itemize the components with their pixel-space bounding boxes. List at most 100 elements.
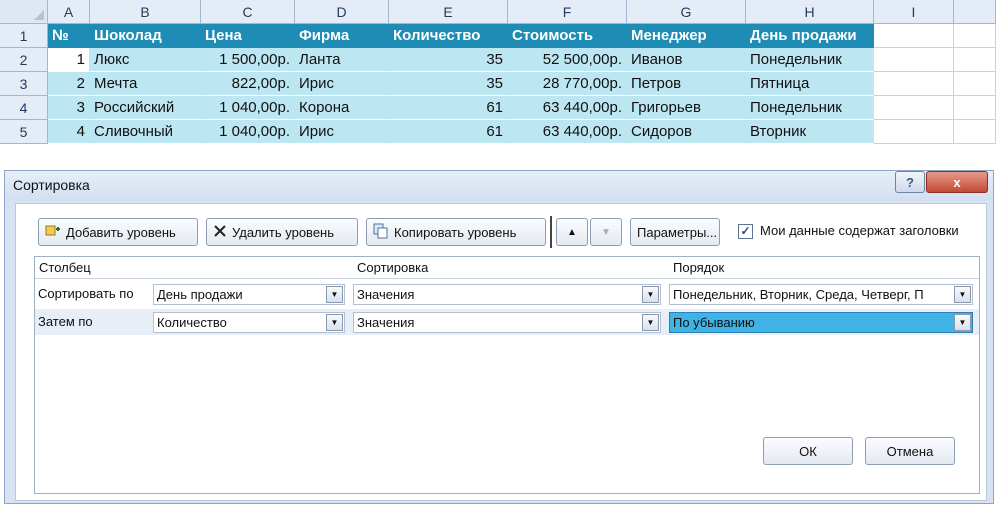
order-select[interactable]: По убыванию ▼ [669, 312, 973, 333]
order-select-value: Понедельник, Вторник, Среда, Четверг, П [673, 287, 924, 302]
empty-cell[interactable] [874, 120, 954, 144]
cancel-button[interactable]: Отмена [865, 437, 955, 465]
row-header-2[interactable]: 2 [0, 48, 48, 72]
header-cell[interactable]: Стоимость [508, 24, 627, 48]
header-cell[interactable]: День продажи [746, 24, 874, 48]
column-header-i[interactable]: I [874, 0, 954, 24]
sort-level-row[interactable]: Сортировать по День продажи ▼ Значения ▼… [35, 281, 979, 307]
column-header-h[interactable]: H [746, 0, 874, 24]
cancel-label: Отмена [886, 443, 934, 459]
data-cell[interactable]: 3 [48, 96, 90, 120]
move-down-button[interactable]: ▼ [590, 218, 622, 246]
data-cell[interactable]: Вторник [746, 120, 874, 144]
data-cell[interactable]: Григорьев [627, 96, 746, 120]
chevron-down-icon[interactable]: ▼ [954, 314, 971, 331]
row-header-3[interactable]: 3 [0, 72, 48, 96]
order-select[interactable]: Понедельник, Вторник, Среда, Четверг, П … [669, 284, 973, 305]
empty-cell[interactable] [954, 96, 996, 120]
data-cell[interactable]: 28 770,00р. [508, 72, 627, 96]
empty-cell[interactable] [954, 48, 996, 72]
header-cell[interactable]: Цена [201, 24, 295, 48]
headers-checkbox-label[interactable]: Мои данные содержат заголовки [760, 223, 959, 238]
options-label: Параметры... [637, 224, 718, 240]
chevron-down-icon[interactable]: ▼ [642, 286, 659, 303]
data-cell[interactable]: 61 [389, 96, 508, 120]
header-cell[interactable]: № [48, 24, 90, 48]
data-cell[interactable]: Пятница [746, 72, 874, 96]
header-cell[interactable]: Менеджер [627, 24, 746, 48]
data-cell[interactable]: Люкс [90, 48, 201, 72]
chevron-down-icon[interactable]: ▼ [326, 286, 343, 303]
data-cell[interactable]: Петров [627, 72, 746, 96]
header-cell[interactable]: Шоколад [90, 24, 201, 48]
data-cell[interactable]: Сидоров [627, 120, 746, 144]
empty-cell[interactable] [954, 120, 996, 144]
column-header-e[interactable]: E [389, 0, 508, 24]
copy-level-button[interactable]: Копировать уровень [366, 218, 546, 246]
data-cell[interactable]: Мечта [90, 72, 201, 96]
header-cell[interactable]: Количество [389, 24, 508, 48]
select-all-corner[interactable] [0, 0, 48, 24]
chevron-down-icon[interactable]: ▼ [326, 314, 343, 331]
data-cell[interactable]: Ирис [295, 120, 389, 144]
delete-level-button[interactable]: Удалить уровень [206, 218, 358, 246]
column-header-extra[interactable] [954, 0, 996, 24]
chevron-down-icon[interactable]: ▼ [954, 286, 971, 303]
column-header-b[interactable]: B [90, 0, 201, 24]
help-button[interactable]: ? [895, 171, 925, 193]
sort-level-row-selected[interactable]: Затем по Количество ▼ Значения ▼ По убыв… [35, 309, 979, 335]
sheet-row-1: 1 № Шоколад Цена Фирма Количество Стоимо… [0, 24, 996, 48]
data-cell[interactable]: 1 040,00р. [201, 120, 295, 144]
column-select[interactable]: Количество ▼ [153, 312, 345, 333]
data-cell[interactable]: 1 [48, 48, 90, 72]
column-header-a[interactable]: A [48, 0, 90, 24]
empty-cell[interactable] [874, 96, 954, 120]
data-cell[interactable]: Понедельник [746, 48, 874, 72]
headers-checkbox[interactable]: ✓ [738, 224, 753, 239]
data-cell[interactable]: Сливочный [90, 120, 201, 144]
chevron-down-icon[interactable]: ▼ [642, 314, 659, 331]
empty-cell[interactable] [874, 72, 954, 96]
column-header-d[interactable]: D [295, 0, 389, 24]
column-header-c[interactable]: C [201, 0, 295, 24]
add-level-button[interactable]: Добавить уровень [38, 218, 198, 246]
row-header-4[interactable]: 4 [0, 96, 48, 120]
header-cell[interactable]: Фирма [295, 24, 389, 48]
data-cell[interactable]: 35 [389, 72, 508, 96]
data-cell[interactable]: 1 500,00р. [201, 48, 295, 72]
dialog-titlebar[interactable]: Сортировка ? x [5, 171, 993, 201]
data-cell[interactable]: 61 [389, 120, 508, 144]
data-cell[interactable]: 52 500,00р. [508, 48, 627, 72]
empty-cell[interactable] [874, 24, 954, 48]
data-cell[interactable]: 1 040,00р. [201, 96, 295, 120]
data-cell[interactable]: 35 [389, 48, 508, 72]
spreadsheet: A B C D E F G H I 1 № Шоколад Цена Фирма… [0, 0, 996, 170]
data-cell[interactable]: 63 440,00р. [508, 96, 627, 120]
data-cell[interactable]: Российский [90, 96, 201, 120]
row-header-1[interactable]: 1 [0, 24, 48, 48]
empty-cell[interactable] [954, 24, 996, 48]
data-cell[interactable]: 63 440,00р. [508, 120, 627, 144]
options-button[interactable]: Параметры... [630, 218, 720, 246]
data-cell[interactable]: 4 [48, 120, 90, 144]
data-cell[interactable]: Понедельник [746, 96, 874, 120]
data-cell[interactable]: Ланта [295, 48, 389, 72]
column-header-row: A B C D E F G H I [0, 0, 996, 24]
row-header-5[interactable]: 5 [0, 120, 48, 144]
close-button[interactable]: x [926, 171, 988, 193]
move-up-button[interactable]: ▲ [556, 218, 588, 246]
ok-button[interactable]: ОК [763, 437, 853, 465]
column-select[interactable]: День продажи ▼ [153, 284, 345, 305]
empty-cell[interactable] [874, 48, 954, 72]
data-cell[interactable]: Корона [295, 96, 389, 120]
data-cell[interactable]: 2 [48, 72, 90, 96]
data-cell[interactable]: 822,00р. [201, 72, 295, 96]
column-header-g[interactable]: G [627, 0, 746, 24]
empty-cell[interactable] [954, 72, 996, 96]
data-cell[interactable]: Ирис [295, 72, 389, 96]
column-header-f[interactable]: F [508, 0, 627, 24]
delete-icon [213, 224, 227, 241]
data-cell[interactable]: Иванов [627, 48, 746, 72]
sort-on-select[interactable]: Значения ▼ [353, 284, 661, 305]
sort-on-select[interactable]: Значения ▼ [353, 312, 661, 333]
